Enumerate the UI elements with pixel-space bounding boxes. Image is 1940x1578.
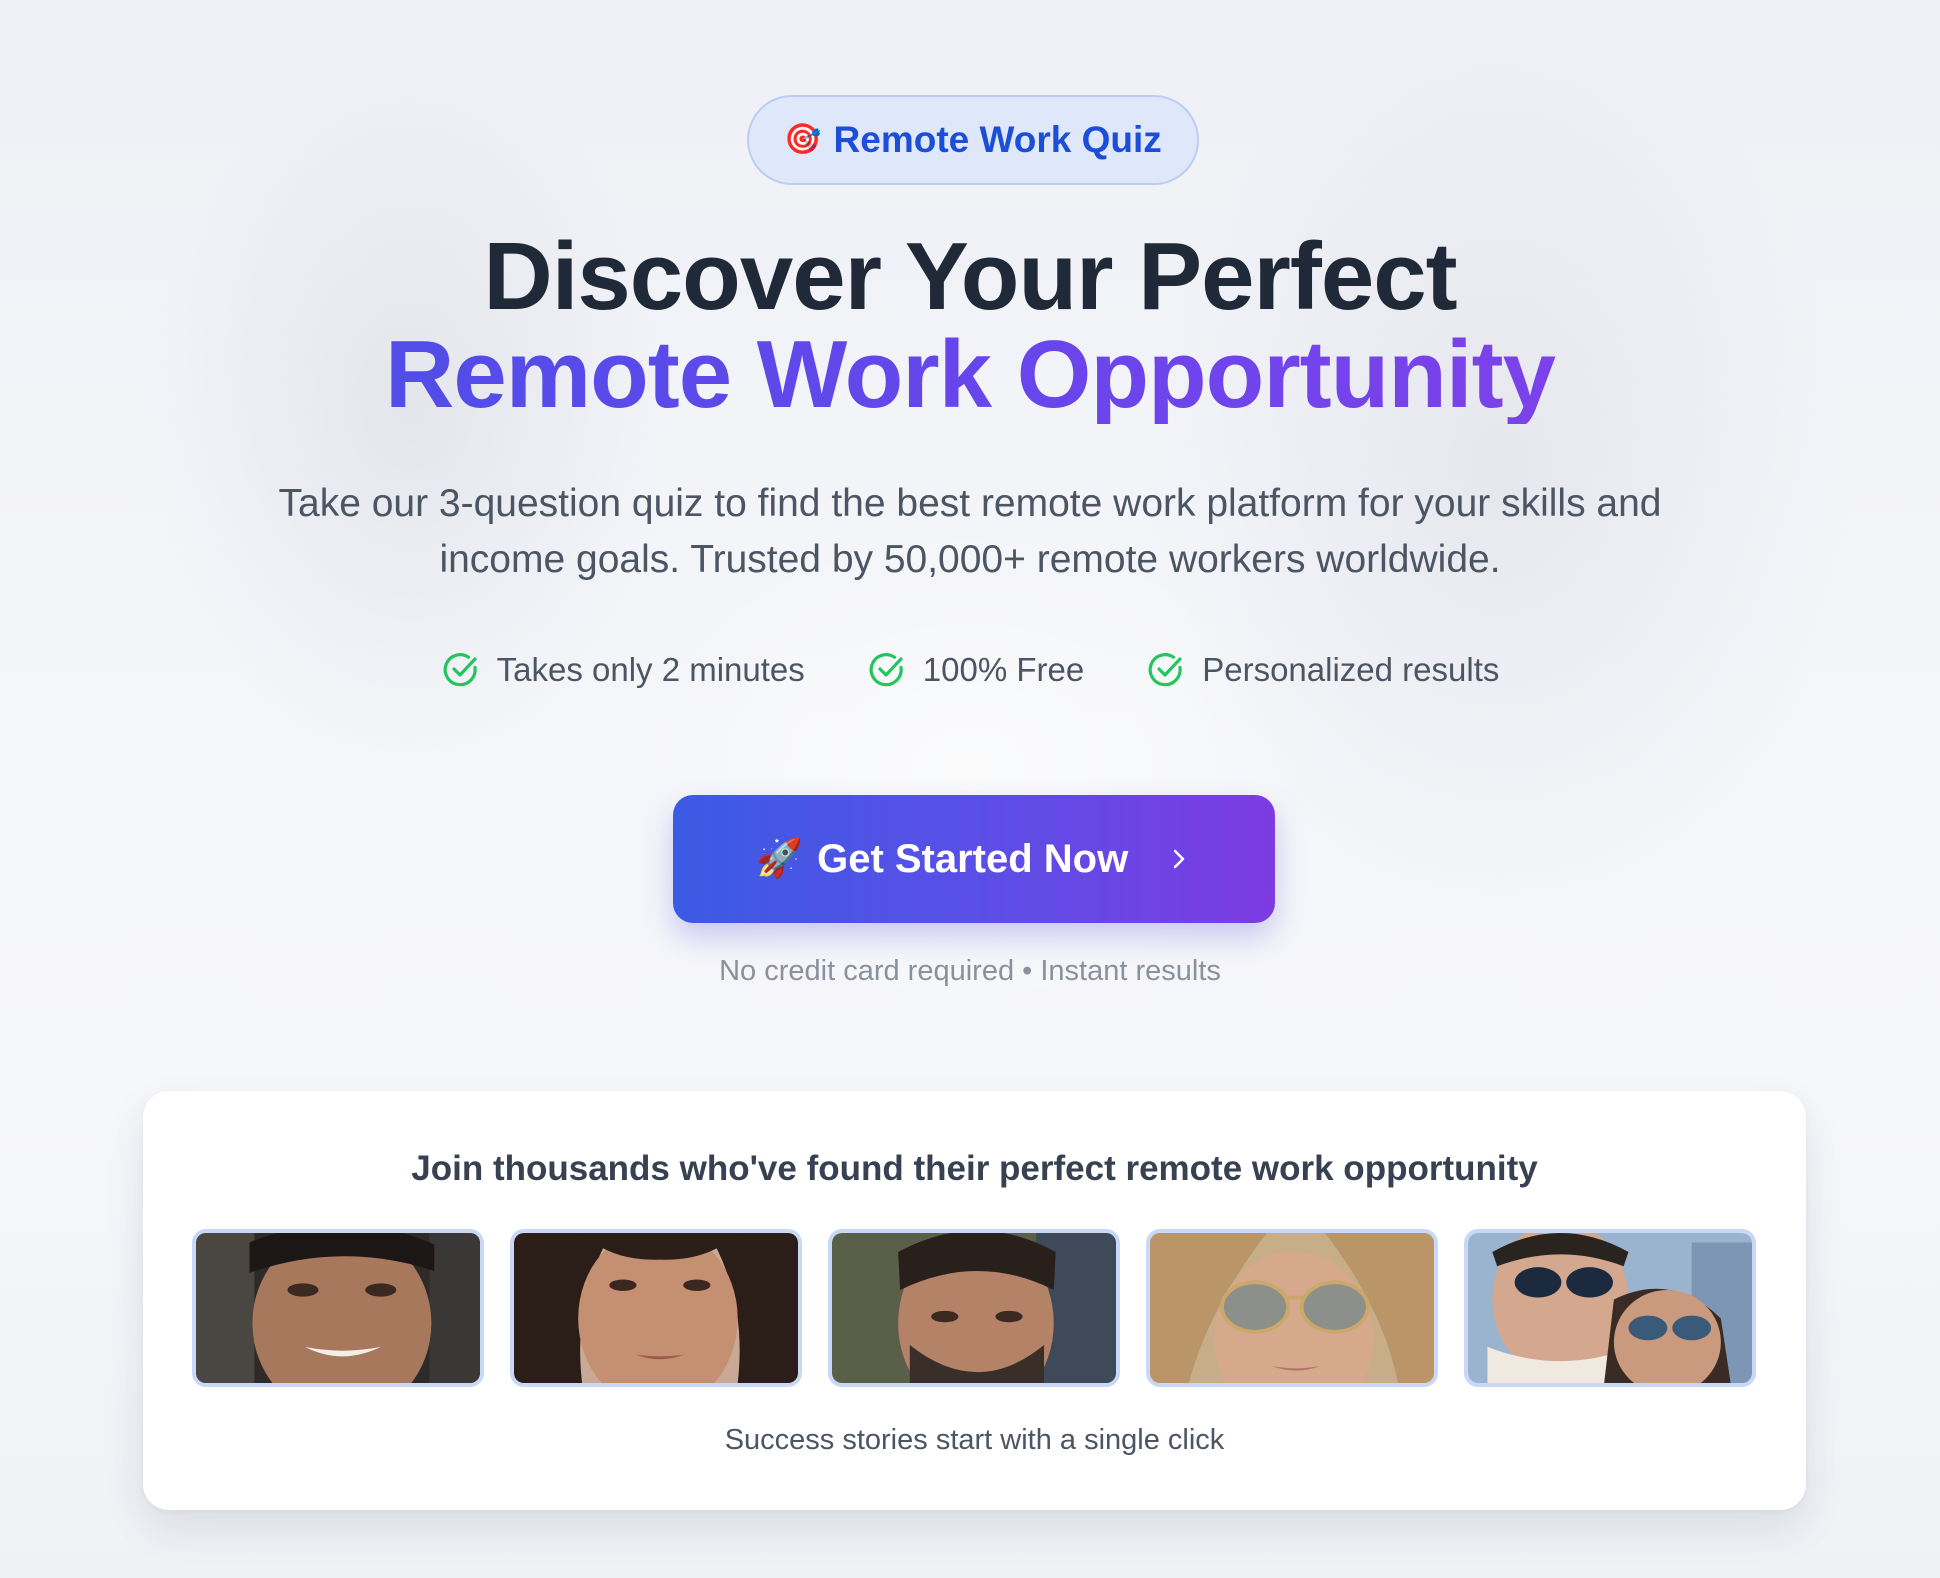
chevron-right-icon [1173,849,1185,869]
person-photo-icon [196,1233,480,1383]
quiz-badge-label: Remote Work Quiz [833,119,1162,160]
testimonial-photos [192,1229,1756,1387]
testimonial-photo [1146,1229,1438,1387]
testimonial-photo [192,1229,484,1387]
feature-label: Personalized results [1202,651,1500,688]
title-line-1: Discover Your Perfect [483,223,1457,330]
title-line-2-highlight: Remote Work Opportunity [0,326,1940,424]
rocket-icon: 🚀 [755,838,804,880]
get-started-button[interactable]: 🚀 Get Started Now [673,795,1275,923]
feature-item: Takes only 2 minutes [441,650,805,690]
quiz-badge: 🎯 Remote Work Quiz [747,95,1199,185]
background-glow-center [620,520,1320,1020]
check-circle-icon [869,653,903,687]
check-circle-icon [443,653,477,687]
feature-item: 100% Free [867,650,1084,690]
check-circle-icon [1148,653,1182,687]
page-title: Discover Your Perfect Remote Work Opport… [0,228,1940,424]
hero-subtitle: Take our 3-question quiz to find the bes… [278,482,1662,581]
person-photo-icon [832,1233,1116,1383]
feature-label: 100% Free [922,651,1085,688]
person-photo-icon [1150,1233,1434,1383]
testimonials-caption: Success stories start with a single clic… [724,1424,1225,1456]
cta-note: No credit card required • Instant result… [719,955,1221,987]
testimonial-photo [828,1229,1120,1387]
testimonials-card: Join thousands who've found their perfec… [143,1091,1806,1510]
feature-item: Personalized results [1146,650,1499,690]
person-photo-icon [1468,1233,1752,1383]
person-photo-icon [514,1233,798,1383]
background-blur-right [1150,20,1850,920]
testimonial-photo [510,1229,802,1387]
testimonials-title: Join thousands who've found their perfec… [411,1149,1538,1188]
get-started-label: Get Started Now [817,836,1129,881]
feature-list: Takes only 2 minutes 100% Free Personali… [0,650,1940,690]
testimonial-photo [1464,1229,1756,1387]
feature-label: Takes only 2 minutes [496,651,805,688]
target-icon: 🎯 [784,123,822,156]
